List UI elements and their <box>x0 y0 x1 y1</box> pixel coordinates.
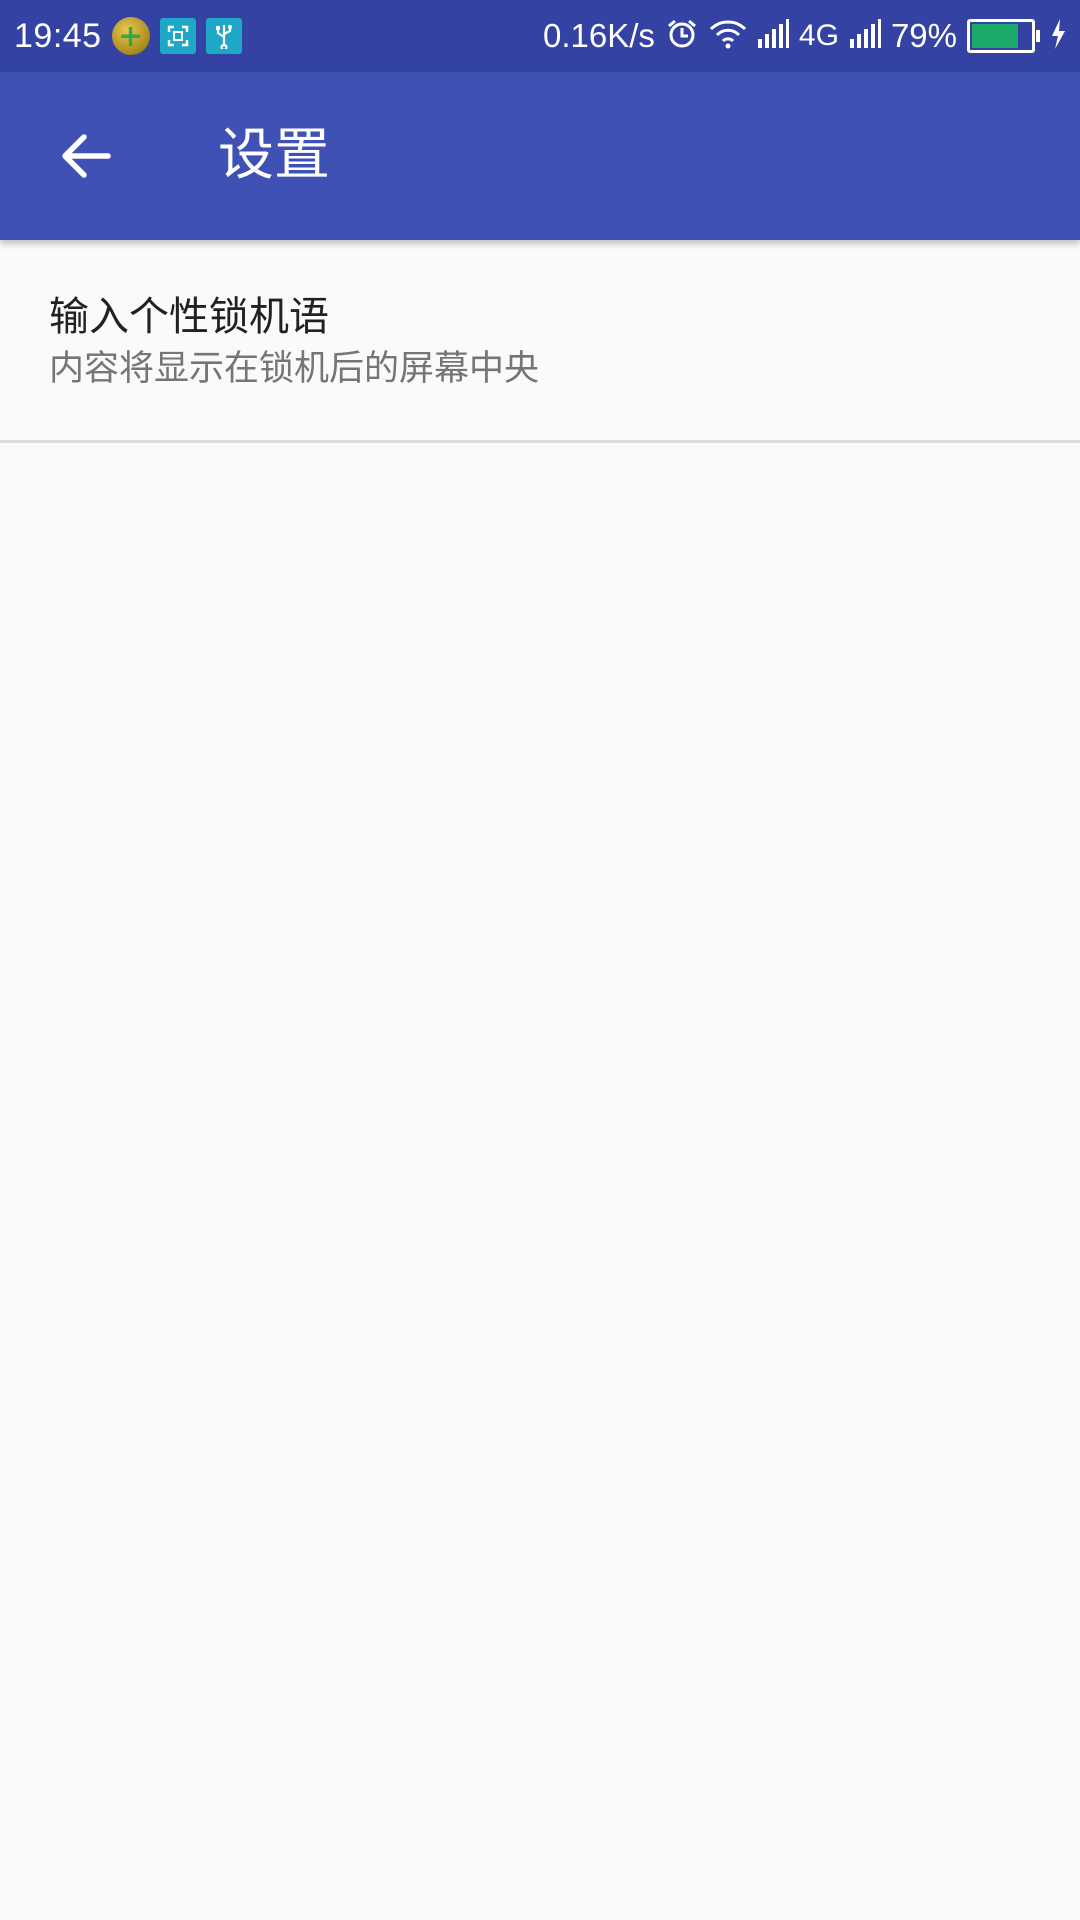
status-time: 19:45 <box>14 16 102 55</box>
page-title: 设置 <box>218 123 330 188</box>
settings-list: 输入个性锁机语 内容将显示在锁机后的屏幕中央 <box>0 240 1080 443</box>
battery-level-fill <box>972 24 1018 48</box>
signal-icon <box>757 18 789 54</box>
charging-icon <box>1050 18 1066 54</box>
status-bar: 19:45 0.16K/s <box>0 0 1080 72</box>
notification-icons <box>111 17 242 55</box>
divider <box>0 440 1080 443</box>
signal-icon-2 <box>849 18 881 54</box>
pref-title: 输入个性锁机语 <box>49 294 329 340</box>
usb-icon <box>205 18 242 54</box>
battery-percent: 79% <box>890 17 957 54</box>
arrow-back-icon <box>62 134 111 178</box>
game-app-icon <box>111 17 150 55</box>
back-button[interactable] <box>56 126 116 186</box>
network-type: 4G <box>798 19 839 52</box>
status-right: 0.16K/s 4G 79% <box>543 17 1066 56</box>
alarm-icon <box>665 17 699 56</box>
net-speed: 0.16K/s <box>542 17 655 54</box>
screenshot-icon <box>159 18 196 54</box>
toolbar: 设置 <box>0 72 1080 240</box>
pref-lock-message[interactable]: 输入个性锁机语 内容将显示在锁机后的屏幕中央 <box>0 240 1080 440</box>
pref-summary: 内容将显示在锁机后的屏幕中央 <box>49 349 540 389</box>
battery-icon <box>967 19 1040 53</box>
wifi-icon <box>709 19 747 54</box>
